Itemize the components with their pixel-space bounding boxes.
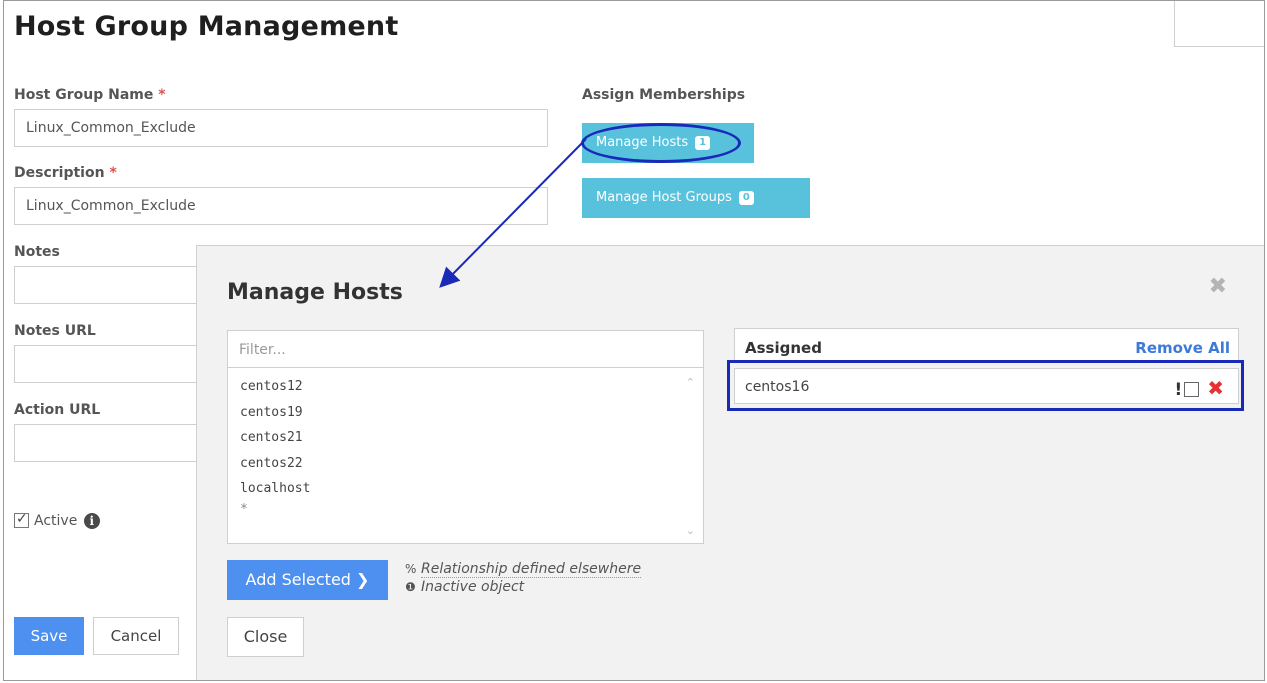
annotation-arrow: [439, 138, 587, 288]
page-frame: Host Group Management Host Group Name * …: [3, 0, 1265, 681]
